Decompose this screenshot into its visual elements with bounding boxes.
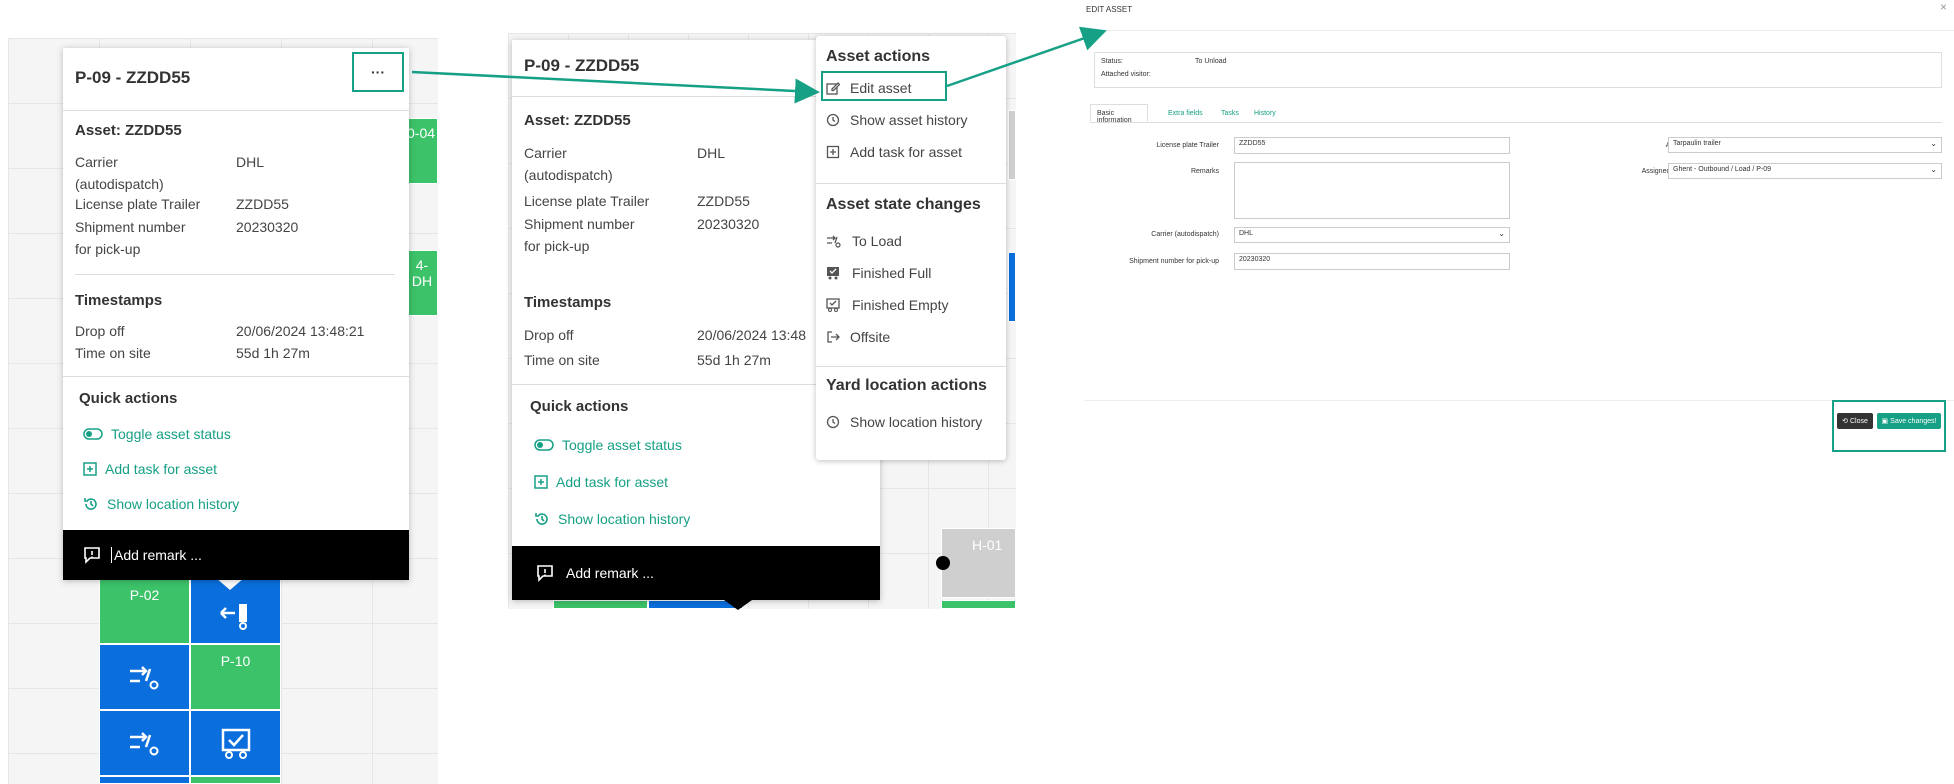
arrow-more-to-edit <box>411 70 820 104</box>
annotation-arrows <box>411 26 1107 104</box>
arrow-edit-to-modal <box>946 26 1107 88</box>
